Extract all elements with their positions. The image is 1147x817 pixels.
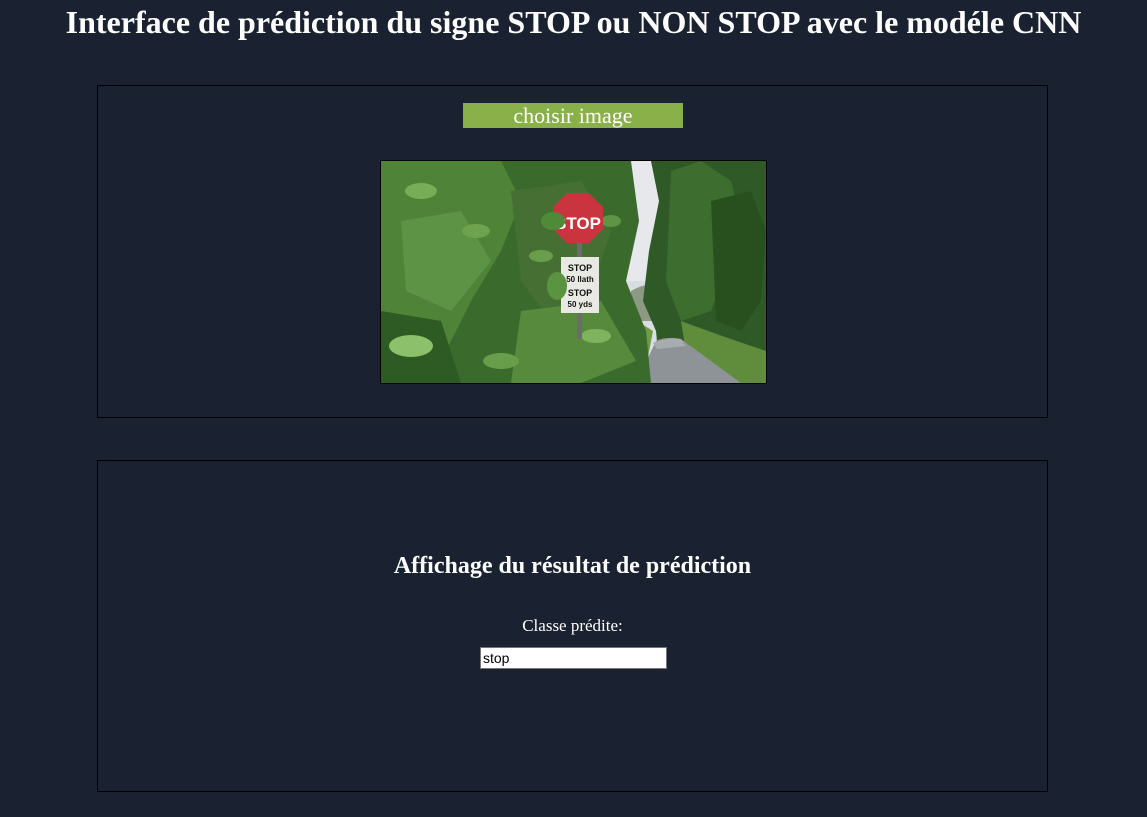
choose-image-button[interactable]: choisir image <box>463 103 683 128</box>
predicted-class-label: Classe prédite: <box>522 616 623 635</box>
plate-line-2: 50 llath <box>566 275 594 284</box>
result-title: Affichage du résultat de prédiction <box>393 553 752 579</box>
plate-line-1: STOP <box>568 263 592 273</box>
stop-sign-photo: STOP STOP 50 llath STOP 50 yds <box>381 161 766 383</box>
page-title: Interface de prédiction du signe STOP ou… <box>65 4 1082 40</box>
predicted-class-field[interactable] <box>480 647 667 669</box>
upload-panel: choisir image STOP STOP 50 llath STOP 50… <box>97 85 1048 418</box>
uploaded-image: STOP STOP 50 llath STOP 50 yds <box>380 160 767 384</box>
plate-line-3: STOP <box>568 288 592 298</box>
plate-line-4: 50 yds <box>568 300 593 309</box>
result-panel: Affichage du résultat de prédiction Clas… <box>97 460 1048 792</box>
